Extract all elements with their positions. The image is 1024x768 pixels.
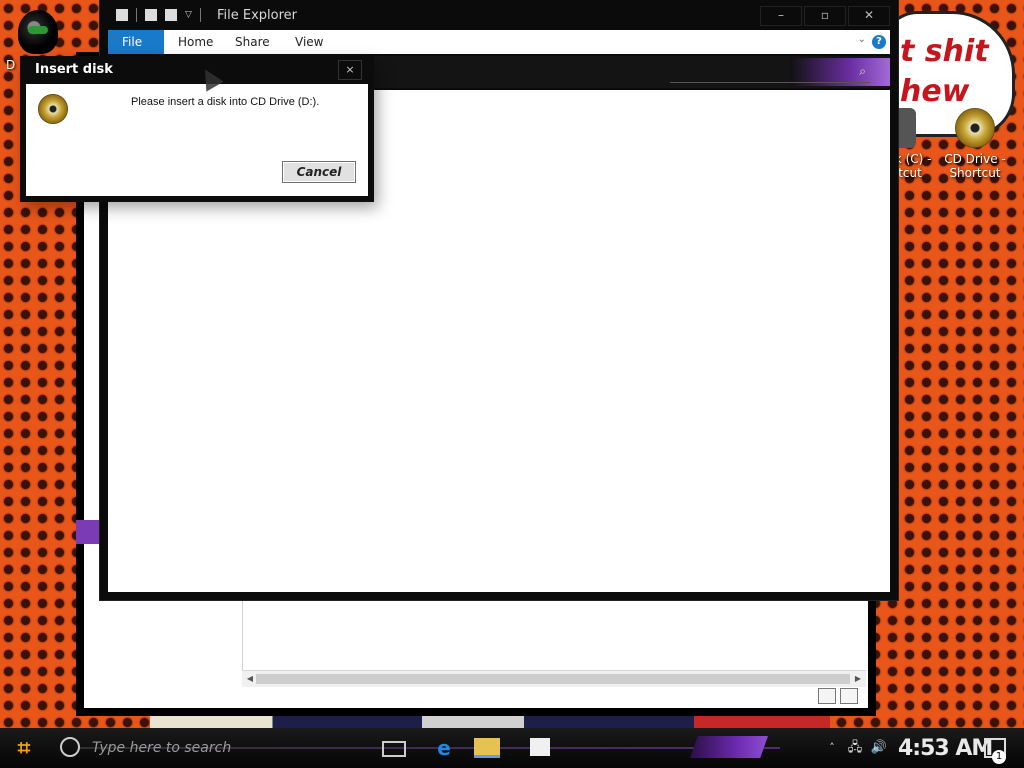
window-title: File Explorer (217, 8, 298, 23)
dialog-body: Please insert a disk into CD Drive (D:).… (26, 84, 368, 196)
tab-home[interactable]: Home (164, 30, 227, 54)
insert-disk-dialog[interactable]: Insert disk × Please insert a disk into … (20, 56, 374, 202)
minimize-button[interactable]: – (760, 6, 802, 26)
customize-qat-icon[interactable]: ▽ (185, 10, 192, 20)
window-controls: – ▫ ✕ (760, 6, 890, 26)
bubble-text-line1: t shit (900, 34, 989, 69)
start-button[interactable]: ⌗ (10, 736, 38, 762)
maximize-button[interactable]: ▫ (804, 6, 846, 26)
toolbar-separator (136, 8, 137, 22)
network-icon[interactable]: 🖧 (846, 738, 864, 758)
desktop-icon-cd-drive-shortcut[interactable]: CD Drive - Shortcut (938, 108, 1012, 180)
tab-view[interactable]: View (281, 30, 337, 54)
edge-browser-icon[interactable]: e (432, 738, 456, 758)
dialog-message: Please insert a disk into CD Drive (D:). (131, 96, 320, 108)
explorer-icon (116, 9, 128, 21)
new-folder-icon[interactable] (165, 9, 177, 21)
view-mode-buttons (818, 688, 868, 708)
scrollbar-thumb[interactable] (256, 674, 850, 684)
search-icon[interactable]: ⌕ (859, 64, 866, 79)
toolbar-separator (199, 8, 201, 22)
properties-icon[interactable] (145, 9, 157, 21)
desktop-icon-label: D (6, 58, 16, 72)
title-bar[interactable]: ▽ File Explorer – ▫ ✕ (100, 0, 898, 30)
dialog-title: Insert disk (35, 62, 113, 77)
tab-share[interactable]: Share (221, 30, 284, 54)
desktop-icon-label: CD Drive - (944, 152, 1006, 166)
help-icon[interactable]: ? (872, 35, 886, 49)
cd-disc-icon (38, 94, 68, 124)
quick-access-toolbar: ▽ (116, 8, 201, 22)
details-view-icon[interactable] (818, 688, 836, 704)
store-icon[interactable] (530, 738, 550, 756)
notification-badge: 1 (992, 750, 1006, 764)
show-hidden-icons-icon[interactable]: ˄ (826, 738, 838, 758)
clock[interactable]: 4:53 AM (898, 736, 993, 761)
taskbar-search-input[interactable]: Type here to search (92, 740, 231, 756)
tab-file[interactable]: File (108, 30, 164, 54)
taskbar: ⌗ Type here to search e ˄ 🖧 🔊 4:53 AM 1 (0, 728, 1024, 768)
expand-ribbon-icon[interactable]: ⌄ (858, 34, 866, 45)
cancel-button[interactable]: Cancel (282, 161, 356, 183)
scroll-right-icon[interactable]: ▶ (852, 673, 864, 685)
desktop-icon-label: Shortcut (949, 166, 1001, 180)
large-icons-view-icon[interactable] (840, 688, 858, 704)
desktop-app-icon[interactable] (18, 10, 58, 54)
bubble-text-line2: hew (900, 74, 970, 109)
dialog-close-button[interactable]: × (338, 60, 362, 80)
task-view-icon[interactable] (382, 741, 406, 757)
close-button[interactable]: ✕ (848, 6, 890, 26)
cd-drive-icon (955, 108, 995, 148)
horizontal-scrollbar[interactable]: ◀ ▶ (242, 670, 866, 687)
ribbon-tabs: File Home Share View ⌄ ? (108, 30, 890, 54)
taskbar-accent (690, 736, 768, 758)
background-window-divider (242, 600, 243, 672)
cortana-icon[interactable] (60, 737, 80, 757)
file-explorer-taskbar-icon[interactable] (474, 738, 500, 758)
search-box[interactable] (670, 62, 870, 83)
volume-icon[interactable]: 🔊 (870, 738, 888, 758)
scroll-left-icon[interactable]: ◀ (244, 673, 256, 685)
